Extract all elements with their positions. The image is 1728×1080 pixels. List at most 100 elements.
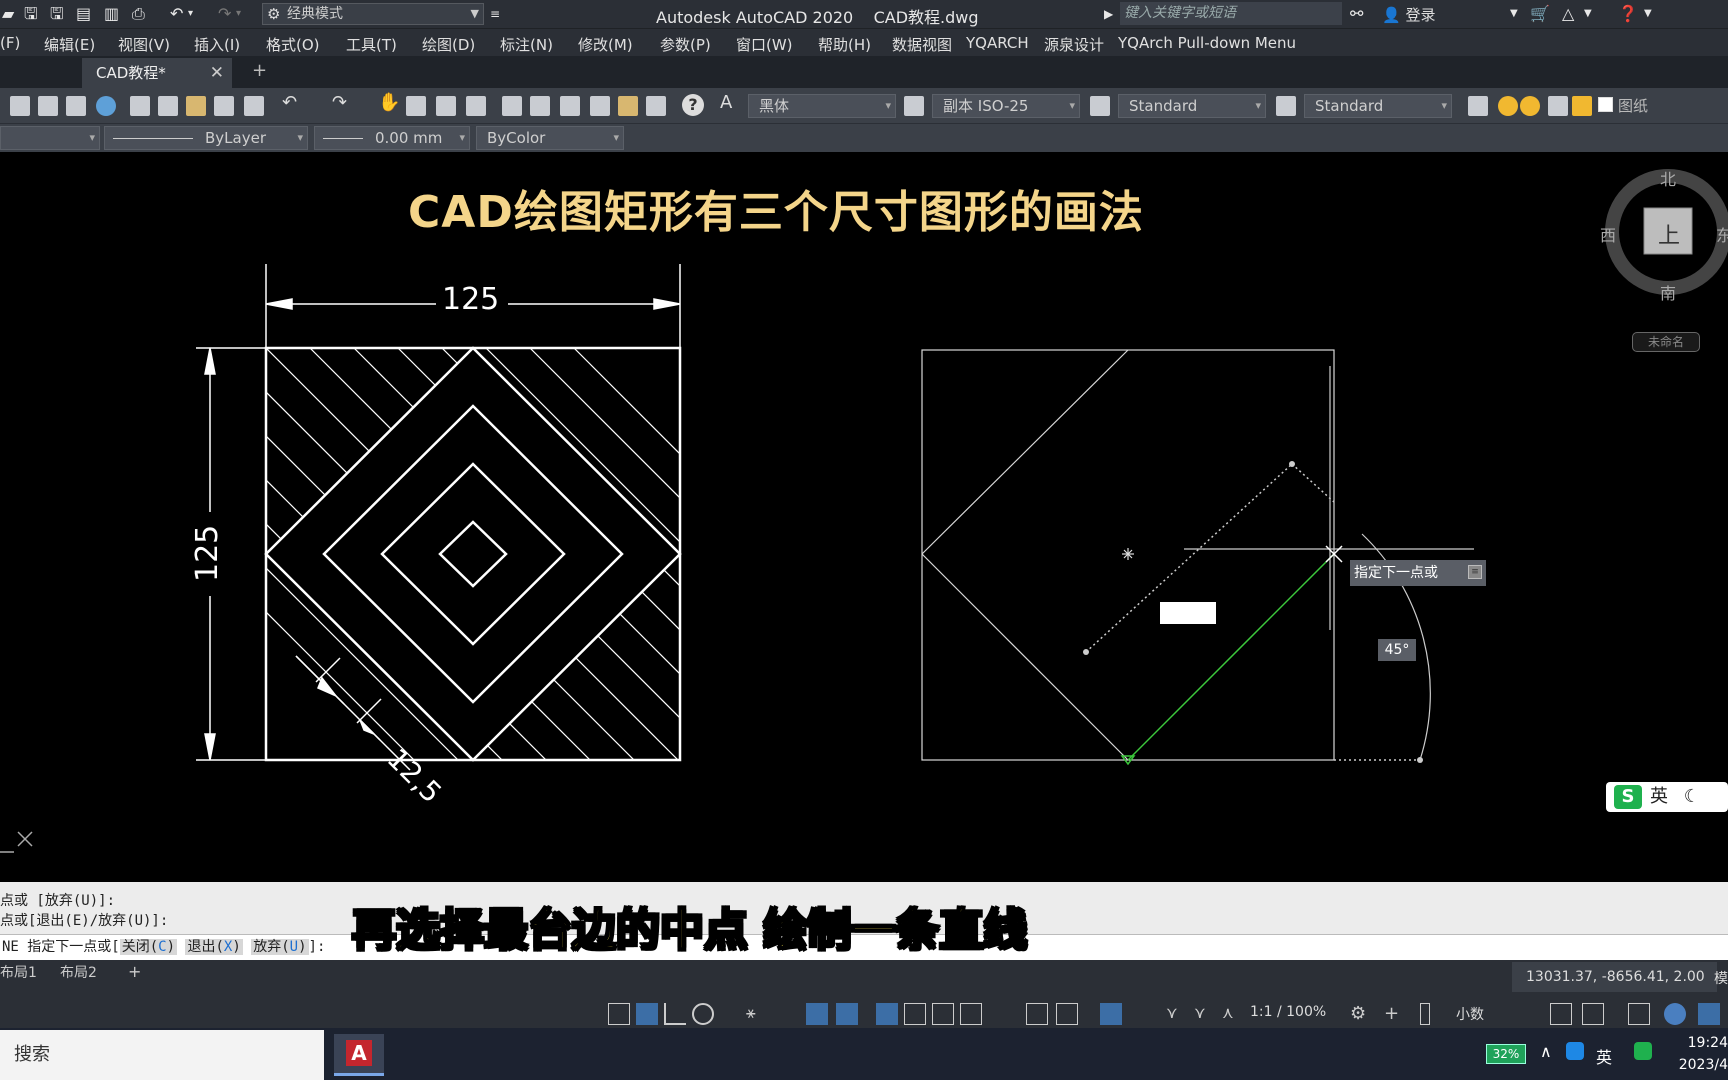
coordinate-readout[interactable]: 13031.37, -8656.41, 2.00	[1512, 962, 1717, 992]
annotation-scale-value[interactable]: 1:1 / 100%	[1250, 1004, 1326, 1020]
redo-dropdown-icon[interactable]: ▾	[236, 4, 241, 24]
drawing-canvas[interactable]: CAD绘图矩形有三个尺寸图形的画法 125 125 12,5 北 南 西 东 上…	[0, 152, 1728, 882]
save-icon[interactable]: 🖫	[24, 4, 38, 24]
menu-yqarch[interactable]: YQARCH	[966, 34, 1029, 52]
tab-layout2[interactable]: 布局2	[60, 962, 97, 982]
ucs-menu[interactable]: 未命名	[1632, 332, 1700, 352]
gizmo-icon[interactable]	[1100, 1003, 1122, 1025]
export-icon[interactable]: ▤	[76, 4, 91, 24]
lock-ui-icon[interactable]	[1582, 1003, 1604, 1025]
binoculars-icon[interactable]: ⚯	[1350, 4, 1363, 24]
menu-draw[interactable]: 绘图(D)	[422, 34, 475, 55]
3d-print-icon[interactable]	[96, 96, 116, 116]
menu-help[interactable]: 帮助(H)	[818, 34, 871, 55]
menu-file[interactable]: (F)	[0, 34, 20, 52]
redo-icon[interactable]: ↷	[218, 4, 231, 24]
isodraft-icon[interactable]: ⚹	[746, 1003, 768, 1025]
grid-icon[interactable]	[608, 1003, 630, 1025]
annotation-visibility-icon[interactable]: ⋎	[1166, 1003, 1188, 1025]
plot-icon[interactable]: ⎙	[132, 4, 145, 24]
menu-parametric[interactable]: 参数(P)	[660, 34, 711, 55]
dimension-style-select[interactable]: 副本 ISO-25 ▾	[932, 94, 1080, 118]
dynamic-input-box[interactable]	[1160, 602, 1216, 624]
menu-data-view[interactable]: 数据视图	[892, 34, 952, 55]
paper-checkbox[interactable]	[1598, 97, 1613, 112]
plot-style-select[interactable]: ByColor ▾	[476, 126, 624, 150]
match-properties-icon[interactable]	[214, 96, 234, 116]
annotation-scale-icon[interactable]: ⋏	[1222, 1003, 1244, 1025]
publish-icon[interactable]: ▥	[104, 4, 119, 24]
document-tab[interactable]: CAD教程* ✕	[82, 58, 232, 88]
lock-icon[interactable]	[1572, 96, 1592, 116]
tab-layout1[interactable]: 布局1	[0, 962, 37, 982]
units-value[interactable]: 小数	[1456, 1004, 1484, 1024]
multileader-style-icon[interactable]	[1276, 96, 1296, 116]
compass-north[interactable]: 北	[1660, 166, 1676, 190]
snap-icon[interactable]	[636, 1003, 658, 1025]
selection-filter-icon[interactable]	[1056, 1003, 1078, 1025]
table-style-select[interactable]: Standard ▾	[1118, 94, 1266, 118]
a360-icon[interactable]: △	[1562, 4, 1574, 24]
zoom-previous-icon[interactable]	[466, 96, 486, 116]
pan-icon[interactable]: ✋	[378, 92, 400, 113]
login-button[interactable]: 👤 登录	[1382, 4, 1435, 25]
add-layout-button[interactable]: +	[128, 962, 141, 981]
customize-quick-access-icon[interactable]: ≡	[490, 4, 500, 24]
text-style-icon[interactable]: A	[720, 92, 740, 113]
menu-modify[interactable]: 修改(M)	[578, 34, 633, 55]
a360-dropdown-icon[interactable]: ▼	[1584, 4, 1592, 24]
quick-properties-icon[interactable]	[1550, 1003, 1572, 1025]
menu-window[interactable]: 窗口(W)	[736, 34, 793, 55]
gear-icon[interactable]: ⚙	[1350, 1003, 1372, 1025]
layer-properties-icon[interactable]	[1468, 96, 1488, 116]
plus-icon[interactable]: +	[1384, 1003, 1406, 1025]
zoom-window-icon[interactable]	[436, 96, 456, 116]
object-snap-icon[interactable]	[836, 1003, 858, 1025]
help-dropdown-icon[interactable]: ▼	[1644, 4, 1652, 24]
lineweight-icon[interactable]	[876, 1003, 898, 1025]
sun-icon[interactable]	[1520, 96, 1540, 116]
menu-format[interactable]: 格式(O)	[266, 34, 320, 55]
table-style-icon[interactable]	[1090, 96, 1110, 116]
battery-indicator[interactable]: 32%	[1486, 1044, 1526, 1064]
menu-tools[interactable]: 工具(T)	[346, 34, 397, 55]
option-close[interactable]: 关闭(C)	[119, 939, 178, 955]
menu-insert[interactable]: 插入(I)	[194, 34, 240, 55]
options-icon[interactable]: ≡	[1468, 565, 1482, 579]
calculator-icon[interactable]	[646, 96, 666, 116]
workspace-select[interactable]: ⚙ 经典模式 ▼	[262, 3, 484, 25]
layer-color-icon[interactable]	[1548, 96, 1568, 116]
hardware-acceleration-icon[interactable]	[1664, 1003, 1686, 1025]
brush-icon[interactable]	[244, 96, 264, 116]
dimension-style-icon[interactable]	[904, 96, 924, 116]
compass-south[interactable]: 南	[1660, 280, 1676, 304]
print-icon[interactable]	[10, 96, 30, 116]
option-undo[interactable]: 放弃(U)	[251, 939, 309, 955]
option-exit[interactable]: 退出(X)	[185, 939, 243, 955]
customization-icon[interactable]	[1698, 1003, 1720, 1025]
print-preview-icon[interactable]	[38, 96, 58, 116]
undo-icon[interactable]: ↶	[282, 92, 302, 113]
selection-cycling-icon[interactable]	[932, 1003, 954, 1025]
linetype-select[interactable]: ByLayer ▾	[104, 126, 308, 150]
menu-dimension[interactable]: 标注(N)	[500, 34, 553, 55]
chevron-up-icon[interactable]: ∧	[1540, 1042, 1552, 1061]
viewcube[interactable]: 北 南 西 东 上	[1600, 162, 1728, 352]
menu-view[interactable]: 视图(V)	[118, 34, 170, 55]
tray-app-icon[interactable]	[1566, 1042, 1584, 1060]
markup-icon[interactable]	[618, 96, 638, 116]
ortho-icon[interactable]	[664, 1003, 686, 1025]
isolate-objects-icon[interactable]	[1628, 1003, 1650, 1025]
paste-icon[interactable]	[186, 96, 206, 116]
cart-icon[interactable]: 🛒	[1530, 4, 1550, 24]
sogou-tray-icon[interactable]	[1634, 1042, 1652, 1060]
help-icon[interactable]: ?	[682, 94, 704, 116]
compass-west[interactable]: 西	[1600, 222, 1616, 246]
compass-east[interactable]: 东	[1716, 222, 1728, 246]
undo-icon[interactable]: ↶	[170, 4, 183, 24]
login-dropdown-icon[interactable]: ▼	[1510, 4, 1518, 24]
publish-icon[interactable]	[66, 96, 86, 116]
zoom-realtime-icon[interactable]	[406, 96, 426, 116]
sheet-set-icon[interactable]	[590, 96, 610, 116]
keyword-search-input[interactable]: 键入关键字或短语	[1120, 2, 1342, 25]
